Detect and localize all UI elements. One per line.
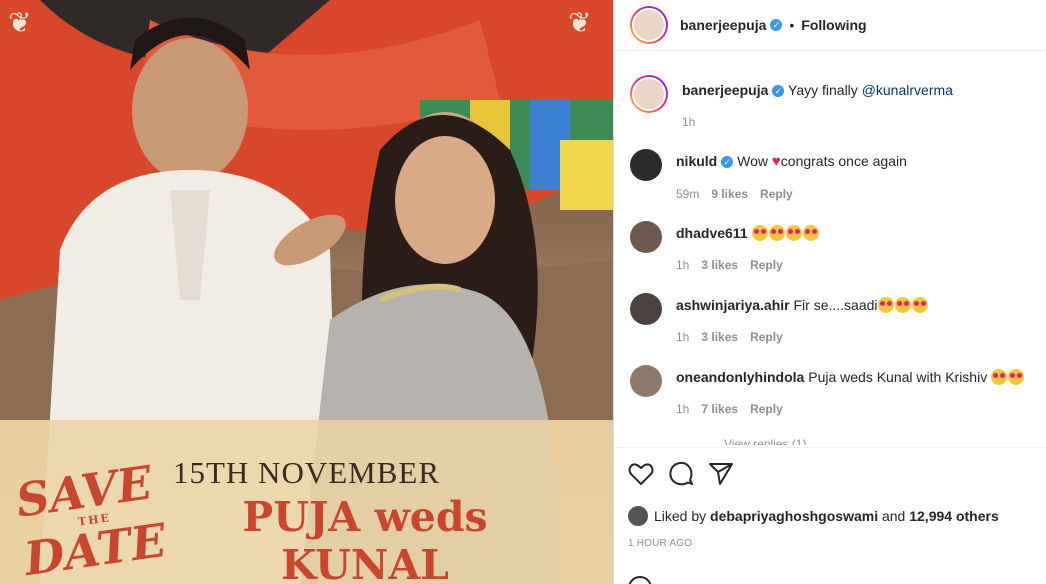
comment-item: oneandonlyhindola Puja weds Kunal with K… <box>630 365 1025 418</box>
comment-time[interactable]: 59m <box>676 185 699 203</box>
caption-username[interactable]: banerjeepuja <box>682 82 768 98</box>
comment-likes[interactable]: 3 likes <box>701 256 738 274</box>
comment-item: nikuld ✓ Wow ♥congrats once again 59m 9 l… <box>630 149 907 203</box>
save-the-date-logo: SAVE THE DATE <box>12 455 170 584</box>
post-actions: Liked by debapriyaghoshgoswami and 12,99… <box>614 447 1046 549</box>
author-username[interactable]: banerjeepuja <box>680 17 766 33</box>
comment-text: Wow <box>737 153 772 169</box>
caption-time[interactable]: 1h <box>682 113 695 131</box>
commenter-avatar[interactable] <box>630 149 662 181</box>
caption-text: Yayy finally <box>788 82 862 98</box>
reply-button[interactable]: Reply <box>750 400 783 418</box>
following-button[interactable]: Following <box>801 17 866 33</box>
reply-button[interactable]: Reply <box>750 256 783 274</box>
comment-time[interactable]: 1h <box>676 400 689 418</box>
red-heart-emoji-icon: ♥ <box>771 153 781 170</box>
separator-dot: • <box>789 17 795 33</box>
verified-badge-icon: ✓ <box>721 156 734 169</box>
comment-time[interactable]: 1h <box>676 256 689 274</box>
verified-badge-icon: ✓ <box>772 85 785 98</box>
comment-text: Fir se....saadi <box>793 297 878 313</box>
comment-emojis <box>751 225 820 241</box>
commenter-username[interactable]: dhadve611 <box>676 225 748 241</box>
verified-badge-icon: ✓ <box>770 19 783 31</box>
heart-eyes-emoji-icon <box>911 297 928 313</box>
heart-eyes-emoji-icon <box>751 225 768 241</box>
comment-likes[interactable]: 3 likes <box>701 328 738 346</box>
heart-eyes-emoji-icon <box>785 225 802 241</box>
commenter-username[interactable]: nikuld <box>676 153 717 169</box>
commenter-username[interactable]: ashwinjariya.ahir <box>676 297 790 313</box>
comment-text-end: congrats once again <box>780 153 907 169</box>
comment-item: ashwinjariya.ahir Fir se....saadi 1h 3 l… <box>630 293 929 346</box>
likes-middle: and <box>881 508 906 524</box>
post-timestamp[interactable]: 1 HOUR AGO <box>628 538 1033 549</box>
commenter-username[interactable]: oneandonlyhindola <box>676 369 804 385</box>
emoji-picker-icon[interactable] <box>628 576 652 584</box>
heart-eyes-emoji-icon <box>991 369 1008 385</box>
heart-eyes-emoji-icon <box>894 297 911 313</box>
comment-text: Puja weds Kunal with Krishiv <box>808 369 992 385</box>
view-replies-link[interactable]: View replies (1) <box>724 437 806 445</box>
reply-button[interactable]: Reply <box>760 185 793 203</box>
heart-eyes-emoji-icon <box>877 297 894 313</box>
reply-button[interactable]: Reply <box>750 328 783 346</box>
wedding-names-text: PUJA weds KUNAL <box>242 493 488 584</box>
comment-likes[interactable]: 7 likes <box>701 400 738 418</box>
heart-eyes-emoji-icon <box>1008 369 1025 385</box>
share-paper-plane-icon[interactable] <box>708 462 734 486</box>
heart-eyes-emoji-icon <box>802 225 819 241</box>
liker-username[interactable]: debapriyaghoshgoswami <box>710 508 878 524</box>
commenter-avatar[interactable] <box>630 293 662 325</box>
likes-prefix: Liked by <box>654 508 707 524</box>
corner-ornament-left: ❦ <box>8 7 32 38</box>
comment-item: dhadve611 1h 3 likes Reply <box>630 221 820 274</box>
caption: banerjeepuja ✓ Yayy finally @kunalrverma … <box>630 75 953 131</box>
comment-emojis <box>991 369 1025 385</box>
commenter-avatar[interactable] <box>630 365 662 397</box>
comment-emojis <box>877 297 929 313</box>
heart-eyes-emoji-icon <box>768 225 785 241</box>
mention-link[interactable]: @kunalrverma <box>862 82 953 98</box>
post-side-panel: banerjeepuja ✓ • Following banerjeepuja ✓… <box>613 0 1046 584</box>
comment-time[interactable]: 1h <box>676 328 689 346</box>
post-header: banerjeepuja ✓ • Following <box>614 0 1046 51</box>
likes-summary: Liked by debapriyaghoshgoswami and 12,99… <box>628 506 1033 526</box>
liker-avatar[interactable] <box>628 506 648 526</box>
likes-count[interactable]: 12,994 others <box>909 508 999 524</box>
corner-ornament-right: ❦ <box>568 7 592 38</box>
comment-likes[interactable]: 9 likes <box>711 185 748 203</box>
comment-bubble-icon[interactable] <box>668 461 694 487</box>
caption-avatar[interactable] <box>630 75 668 113</box>
like-heart-icon[interactable] <box>628 462 654 486</box>
comments-list[interactable]: banerjeepuja ✓ Yayy finally @kunalrverma … <box>614 51 1046 446</box>
post-image[interactable]: ❦ ❦ 15TH NOVEMBER PUJA weds KUNAL SAVE T… <box>0 0 613 584</box>
author-avatar[interactable] <box>630 6 668 44</box>
commenter-avatar[interactable] <box>630 221 662 253</box>
